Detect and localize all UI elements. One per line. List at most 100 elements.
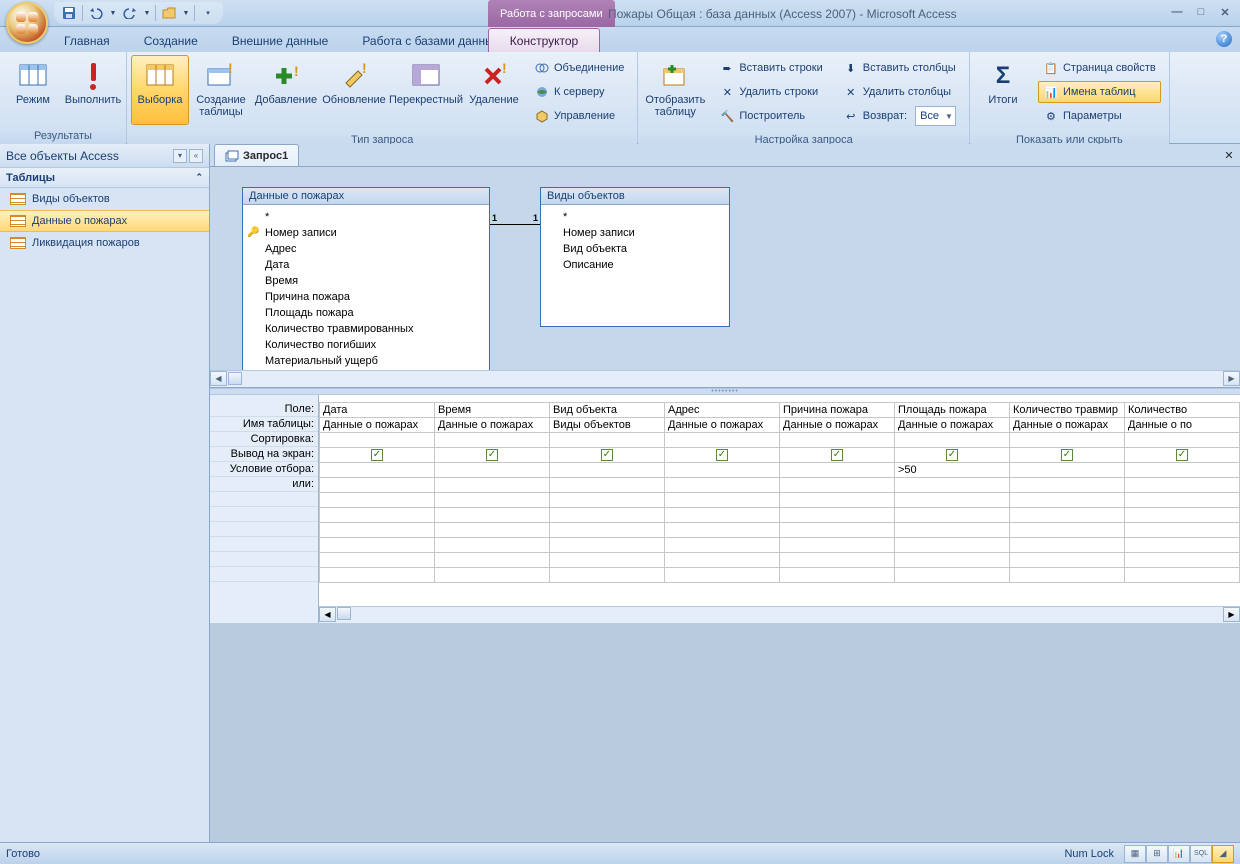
tab-create[interactable]: Создание <box>134 29 208 52</box>
grid-cell[interactable] <box>1125 477 1240 492</box>
grid-cell[interactable] <box>1010 492 1125 507</box>
splitter[interactable]: •••••••• <box>210 388 1240 395</box>
totals-button[interactable]: ΣИтоги <box>974 55 1032 125</box>
maketable-button[interactable]: !Создание таблицы <box>191 55 251 125</box>
grid-cell[interactable] <box>1125 552 1240 567</box>
union-button[interactable]: Объединение <box>529 57 629 79</box>
grid-cell[interactable] <box>1010 552 1125 567</box>
minimize-button[interactable]: — <box>1168 4 1186 20</box>
passthrough-button[interactable]: К серверу <box>529 81 629 103</box>
grid-cell[interactable] <box>320 477 435 492</box>
field-key[interactable]: Номер записи <box>265 225 481 241</box>
designer-hscroll[interactable]: ◀ ▶ <box>210 370 1240 387</box>
grid-cell[interactable]: Время <box>435 402 550 417</box>
open-dropdown-icon[interactable]: ▼ <box>182 4 190 22</box>
field[interactable]: * <box>265 209 481 225</box>
nav-section-tables[interactable]: Таблицы⌃ <box>0 168 209 188</box>
grid-cell[interactable]: Адрес <box>665 402 780 417</box>
grid-cell[interactable] <box>435 507 550 522</box>
grid-cell[interactable]: Данные о пожарах <box>435 417 550 432</box>
grid-cell[interactable]: ✓ <box>1125 447 1240 462</box>
grid-cell[interactable] <box>550 432 665 447</box>
grid-cell[interactable] <box>895 507 1010 522</box>
maximize-button[interactable]: □ <box>1192 4 1210 20</box>
undo-dropdown-icon[interactable]: ▼ <box>109 4 117 22</box>
nav-item-2[interactable]: Ликвидация пожаров <box>0 232 209 254</box>
grid-cell[interactable] <box>435 462 550 477</box>
office-button[interactable] <box>6 2 48 44</box>
select-query-button[interactable]: Выборка <box>131 55 189 125</box>
scroll-right-icon[interactable]: ▶ <box>1223 371 1240 386</box>
grid-body[interactable]: ДатаВремяВид объектаАдресПричина пожараП… <box>318 395 1240 623</box>
grid-cell[interactable] <box>1125 567 1240 582</box>
showtable-button[interactable]: Отобразить таблицу <box>642 55 708 125</box>
grid-cell[interactable]: Данные о пожарах <box>895 417 1010 432</box>
grid-cell[interactable] <box>1010 537 1125 552</box>
nav-item-1[interactable]: Данные о пожарах <box>0 210 209 232</box>
grid-cell[interactable]: Дата <box>320 402 435 417</box>
propsheet-button[interactable]: 📋Страница свойств <box>1038 57 1161 79</box>
parameters-button[interactable]: ⚙Параметры <box>1038 105 1161 127</box>
grid-cell[interactable] <box>780 462 895 477</box>
grid-cell[interactable] <box>1010 432 1125 447</box>
grid-cell[interactable]: ✓ <box>435 447 550 462</box>
scroll-left-icon[interactable]: ◀ <box>210 371 227 386</box>
grid-cell[interactable] <box>1010 462 1125 477</box>
grid-cell[interactable] <box>780 432 895 447</box>
table-box-objects[interactable]: Виды объектов * Номер записи Вид объекта… <box>540 187 730 327</box>
tablenames-button[interactable]: 📊Имена таблиц <box>1038 81 1161 103</box>
nav-item-0[interactable]: Виды объектов <box>0 188 209 210</box>
grid-cell[interactable] <box>320 492 435 507</box>
grid-cell[interactable] <box>895 552 1010 567</box>
grid-cell[interactable] <box>1125 492 1240 507</box>
field[interactable]: Площадь пожара <box>265 305 481 321</box>
insertcols-button[interactable]: ⬇Вставить столбцы <box>838 57 961 79</box>
grid-cell[interactable] <box>780 492 895 507</box>
grid-cell[interactable]: Данные о по <box>1125 417 1240 432</box>
redo-icon[interactable] <box>121 4 139 22</box>
grid-cell[interactable] <box>320 537 435 552</box>
grid-cell[interactable] <box>895 492 1010 507</box>
grid-cell[interactable] <box>550 552 665 567</box>
nav-collapse-icon[interactable]: « <box>189 149 203 163</box>
grid-cell[interactable] <box>895 567 1010 582</box>
view-datasheet-icon[interactable]: ▦ <box>1124 845 1146 863</box>
field[interactable]: Количество погибших <box>265 337 481 353</box>
field[interactable]: Причина пожара <box>265 289 481 305</box>
grid-cell[interactable]: ✓ <box>550 447 665 462</box>
grid-cell[interactable] <box>895 477 1010 492</box>
deleterows-button[interactable]: ✕Удалить строки <box>714 81 827 103</box>
grid-cell[interactable] <box>665 522 780 537</box>
doc-tab-query1[interactable]: Запрос1 <box>214 144 299 166</box>
help-icon[interactable]: ? <box>1216 31 1232 47</box>
grid-cell[interactable] <box>435 567 550 582</box>
field[interactable]: Материальный ущерб <box>265 353 481 369</box>
grid-cell[interactable] <box>435 522 550 537</box>
grid-cell[interactable]: Данные о пожарах <box>320 417 435 432</box>
grid-cell[interactable] <box>320 462 435 477</box>
grid-cell[interactable]: Виды объектов <box>550 417 665 432</box>
relationship-line[interactable]: 11 <box>490 224 540 225</box>
grid-cell[interactable]: Данные о пожарах <box>1010 417 1125 432</box>
grid-cell[interactable] <box>435 537 550 552</box>
insertrows-button[interactable]: ➨Вставить строки <box>714 57 827 79</box>
grid-cell[interactable] <box>550 522 665 537</box>
query-designer-upper[interactable]: Данные о пожарах * Номер записи Адрес Да… <box>210 167 1240 388</box>
crosstab-button[interactable]: Перекрестный <box>389 55 463 125</box>
datadef-button[interactable]: Управление <box>529 105 629 127</box>
grid-cell[interactable] <box>550 537 665 552</box>
grid-cell[interactable] <box>320 432 435 447</box>
grid-cell[interactable]: Количество травмир <box>1010 402 1125 417</box>
grid-cell[interactable] <box>780 537 895 552</box>
field[interactable]: Номер записи <box>563 225 721 241</box>
grid-cell[interactable] <box>1010 477 1125 492</box>
save-icon[interactable] <box>60 4 78 22</box>
grid-cell[interactable] <box>435 552 550 567</box>
grid-cell[interactable] <box>550 462 665 477</box>
grid-cell[interactable] <box>1010 522 1125 537</box>
grid-cell[interactable] <box>320 507 435 522</box>
table-box-fires[interactable]: Данные о пожарах * Номер записи Адрес Да… <box>242 187 490 387</box>
grid-cell[interactable]: ✓ <box>320 447 435 462</box>
grid-cell[interactable]: Вид объекта <box>550 402 665 417</box>
grid-cell[interactable]: Данные о пожарах <box>665 417 780 432</box>
